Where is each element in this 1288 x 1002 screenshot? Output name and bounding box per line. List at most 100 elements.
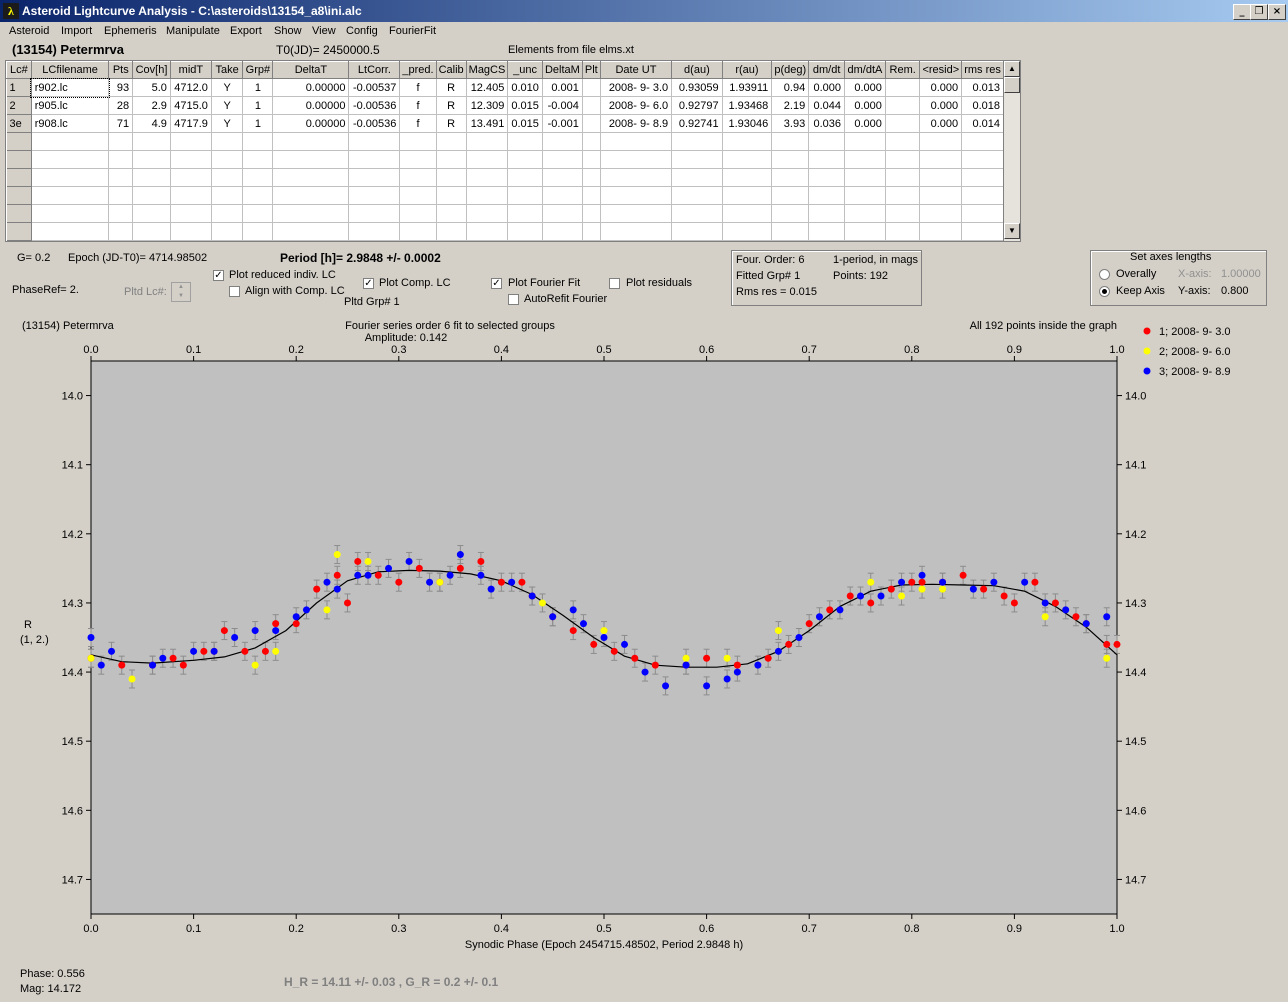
table-cell[interactable]: Y [211, 114, 244, 133]
table-cell[interactable] [885, 150, 921, 169]
row-header[interactable] [6, 150, 32, 169]
table-cell[interactable] [211, 132, 244, 151]
table-cell[interactable] [582, 114, 601, 133]
plot-residuals-checkbox[interactable] [609, 278, 620, 289]
table-cell[interactable] [211, 168, 244, 187]
table-cell[interactable]: 0.015 [507, 114, 543, 133]
table-cell[interactable]: f [399, 114, 437, 133]
table-cell[interactable]: 1.93911 [722, 78, 773, 97]
table-cell[interactable] [132, 186, 171, 205]
table-cell[interactable]: 0.001 [542, 78, 583, 97]
table-cell[interactable]: 0.010 [507, 78, 543, 97]
table-cell[interactable]: 0.000 [919, 78, 963, 97]
table-cell[interactable] [132, 168, 171, 187]
table-cell[interactable]: 1.93046 [722, 114, 773, 133]
column-header[interactable]: midT [169, 61, 212, 79]
table-cell[interactable] [961, 150, 1004, 169]
table-cell[interactable] [671, 222, 723, 241]
table-cell[interactable] [242, 168, 274, 187]
table-cell[interactable] [399, 150, 437, 169]
menu-show[interactable]: Show [274, 25, 302, 37]
table-cell[interactable] [31, 222, 110, 241]
table-row[interactable] [6, 186, 1004, 205]
table-cell[interactable]: 0.036 [808, 114, 846, 133]
table-cell[interactable] [844, 204, 886, 223]
table-cell[interactable]: 2.9 [132, 96, 171, 115]
table-cell[interactable] [466, 132, 509, 151]
column-header[interactable]: d(au) [671, 61, 723, 79]
table-cell[interactable] [582, 186, 601, 205]
table-cell[interactable]: 4.9 [132, 114, 171, 133]
table-cell[interactable]: 2008- 9- 3.0 [600, 78, 673, 97]
table-cell[interactable]: 0.014 [961, 114, 1004, 133]
table-cell[interactable]: f [399, 96, 437, 115]
table-cell[interactable] [132, 150, 171, 169]
table-cell[interactable] [844, 186, 886, 205]
column-header[interactable]: _unc [507, 61, 543, 79]
table-cell[interactable] [242, 186, 274, 205]
table-cell[interactable] [31, 150, 110, 169]
table-cell[interactable]: 0.044 [808, 96, 846, 115]
row-header[interactable]: 2 [6, 96, 32, 115]
table-cell[interactable] [671, 168, 723, 187]
table-cell[interactable] [582, 222, 601, 241]
table-row[interactable] [6, 168, 1004, 187]
menu-config[interactable]: Config [346, 25, 378, 37]
table-cell[interactable] [31, 186, 110, 205]
x-axis-value[interactable]: 1.00000 [1221, 268, 1261, 280]
table-cell[interactable]: 0.018 [961, 96, 1004, 115]
table-cell[interactable] [211, 204, 244, 223]
plot-comp-checkbox[interactable]: ✓ [363, 278, 374, 289]
table-cell[interactable] [600, 150, 673, 169]
table-cell[interactable]: f [399, 78, 437, 97]
table-row[interactable] [6, 222, 1004, 241]
table-row[interactable] [6, 204, 1004, 223]
table-cell[interactable]: 4715.0 [170, 96, 212, 115]
table-cell[interactable]: R [436, 78, 467, 97]
table-cell[interactable] [722, 186, 773, 205]
table-cell[interactable] [808, 168, 846, 187]
table-cell[interactable]: -0.004 [542, 96, 583, 115]
table-cell[interactable] [507, 150, 543, 169]
table-cell[interactable] [961, 222, 1004, 241]
table-cell[interactable]: -0.00537 [348, 78, 401, 97]
table-cell[interactable] [348, 204, 401, 223]
table-cell[interactable] [582, 132, 601, 151]
table-cell[interactable] [272, 150, 350, 169]
table-cell[interactable] [436, 204, 467, 223]
column-header[interactable]: Take [210, 61, 244, 79]
lightcurve-plot[interactable]: (13154) Petermrva Fourier series order 6… [20, 312, 1286, 958]
overally-radio[interactable] [1099, 269, 1110, 280]
table-cell[interactable] [808, 186, 846, 205]
table-cell[interactable] [272, 168, 350, 187]
table-cell[interactable] [399, 222, 437, 241]
table-cell[interactable] [919, 186, 963, 205]
table-cell[interactable] [722, 204, 773, 223]
table-cell[interactable] [436, 150, 467, 169]
table-cell[interactable] [885, 204, 921, 223]
table-cell[interactable]: 0.000 [919, 114, 963, 133]
app-logo-icon[interactable]: λ [3, 3, 19, 19]
table-cell[interactable] [466, 204, 509, 223]
table-cell[interactable]: 12.405 [466, 78, 509, 97]
column-header[interactable]: MagCS [465, 61, 509, 79]
table-cell[interactable] [771, 132, 810, 151]
table-cell[interactable] [722, 168, 773, 187]
menu-fourierfit[interactable]: FourierFit [389, 25, 436, 37]
table-cell[interactable] [132, 132, 171, 151]
column-header[interactable]: dm/dtA [844, 61, 886, 79]
table-cell[interactable] [600, 222, 673, 241]
table-cell[interactable] [844, 168, 886, 187]
column-header[interactable]: dm/dt [808, 61, 846, 79]
table-cell[interactable] [348, 168, 401, 187]
table-cell[interactable]: 71 [108, 114, 134, 133]
scroll-thumb[interactable] [1004, 77, 1020, 93]
table-cell[interactable]: 13.491 [466, 114, 509, 133]
table-cell[interactable] [919, 204, 963, 223]
table-cell[interactable] [348, 186, 401, 205]
table-cell[interactable] [722, 222, 773, 241]
column-header[interactable]: Plt [581, 61, 601, 79]
table-cell[interactable] [242, 132, 274, 151]
column-header[interactable]: Calib [435, 61, 467, 79]
table-cell[interactable]: 0.000 [844, 78, 886, 97]
